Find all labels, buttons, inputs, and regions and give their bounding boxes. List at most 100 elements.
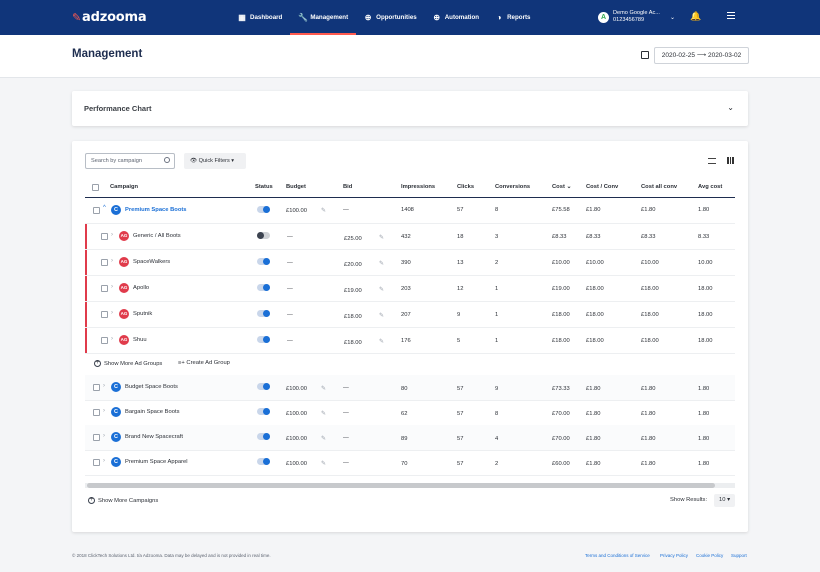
status-toggle[interactable] — [257, 383, 270, 390]
notification-bell-icon[interactable]: 🔔 — [690, 11, 701, 22]
chevron-right-icon[interactable]: › — [103, 458, 105, 464]
quick-filters-button[interactable]: 👁 Quick Filters ▾ — [184, 153, 246, 169]
nav-item-dashboard[interactable]: ▦ Dashboard — [230, 0, 290, 35]
filter-icon[interactable] — [708, 158, 716, 164]
table-row-ad-group[interactable]: › AG Sputnik — £18.00 ✎ 207 9 1 £18.00 £18.00 £18.0… — [85, 302, 735, 328]
ad-group-name[interactable]: Sputnik — [133, 311, 152, 317]
edit-pencil-icon[interactable]: ✎ — [321, 410, 326, 417]
ad-group-name[interactable]: Generic / All Boots — [133, 233, 181, 239]
status-toggle[interactable] — [257, 433, 270, 440]
support-link[interactable]: Support — [731, 553, 747, 558]
chevron-right-icon[interactable]: › — [103, 408, 105, 414]
select-all-checkbox[interactable] — [92, 184, 99, 191]
row-checkbox[interactable] — [93, 384, 100, 391]
table-row-campaign[interactable]: › C Premium Space Apparel £100.00 ✎ — 70 57 2 £60… — [85, 450, 735, 476]
header-avg-cost[interactable]: Avg cost — [698, 184, 722, 190]
footer-link-terms[interactable]: Terms and Conditions of Service — [585, 553, 650, 558]
table-row-expanded-campaign[interactable]: ^ C Premium Space Boots £100.00 ✎ — 1408… — [85, 198, 735, 224]
show-more-ad-groups-button[interactable]: + Show More Ad Groups — [94, 360, 162, 367]
edit-pencil-icon[interactable]: ✎ — [379, 234, 384, 241]
footer-link-privacy[interactable]: Privacy Policy — [660, 553, 688, 558]
nav-item-automation[interactable]: ⊕ Automation — [425, 0, 487, 35]
campaign-name[interactable]: Budget Space Boots — [125, 384, 178, 390]
row-checkbox[interactable] — [93, 434, 100, 441]
chevron-down-icon[interactable]: ⌄ — [727, 103, 734, 112]
edit-pencil-icon[interactable]: ✎ — [321, 207, 326, 214]
campaign-name-link[interactable]: Premium Space Boots — [125, 207, 187, 213]
horizontal-scrollbar-thumb[interactable] — [87, 483, 715, 488]
campaign-name[interactable]: Brand New Spacecraft — [125, 434, 183, 440]
status-toggle[interactable] — [257, 258, 270, 265]
chevron-right-icon[interactable]: › — [103, 433, 105, 439]
table-row-ad-group[interactable]: › AG SpaceWalkers — £20.00 ✎ 390 13 2 £10.00 £10.0… — [85, 250, 735, 276]
row-checkbox[interactable] — [101, 285, 108, 292]
campaign-name[interactable]: Bargain Space Boots — [125, 409, 179, 415]
edit-pencil-icon[interactable]: ✎ — [321, 435, 326, 442]
cookie-link[interactable]: Cookie Policy — [696, 553, 723, 558]
chevron-up-icon[interactable]: ^ — [103, 205, 106, 211]
edit-pencil-icon[interactable]: ✎ — [379, 286, 384, 293]
campaign-name[interactable]: Premium Space Apparel — [125, 459, 188, 465]
table-row-campaign[interactable]: › C Bargain Space Boots £100.00 ✎ — 62 57 8 £70.0… — [85, 400, 735, 426]
calendar-icon[interactable] — [641, 51, 649, 59]
table-row-campaign[interactable]: › C Budget Space Boots £100.00 ✎ — 80 57 9 £73.33… — [85, 375, 735, 401]
status-toggle[interactable] — [257, 458, 270, 465]
date-range-picker[interactable]: 2020-02-25 ⟶ 2020-03-02 — [654, 47, 749, 64]
footer-link-cookie[interactable]: Cookie Policy — [696, 553, 723, 558]
privacy-link[interactable]: Privacy Policy — [660, 553, 688, 558]
edit-pencil-icon[interactable]: ✎ — [321, 385, 326, 392]
header-conversions[interactable]: Conversions — [495, 184, 530, 190]
row-checkbox[interactable] — [93, 409, 100, 416]
footer-link-support[interactable]: Support — [731, 553, 747, 558]
row-checkbox[interactable] — [101, 233, 108, 240]
show-results-select[interactable]: 10 ▾ — [714, 494, 735, 507]
ad-group-name[interactable]: Apollo — [133, 285, 149, 291]
table-row-campaign[interactable]: › C Brand New Spacecraft £100.00 ✎ — 89 57 4 £70.… — [85, 425, 735, 451]
table-row-ad-group[interactable]: › AG Shuu — £18.00 ✎ 176 5 1 £18.00 £18.00 £18.00 18… — [85, 328, 735, 354]
edit-pencil-icon[interactable]: ✎ — [321, 460, 326, 467]
nav-item-management[interactable]: 🔧 Management — [290, 0, 356, 35]
header-bid[interactable]: Bid — [343, 184, 352, 190]
account-switcher[interactable]: A Demo Google Ac... 0123456789 ⌄ — [598, 10, 675, 24]
show-more-campaigns-button[interactable]: + Show More Campaigns — [88, 497, 158, 504]
performance-chart-panel[interactable]: Performance Chart ⌄ — [72, 91, 748, 126]
nav-item-reports[interactable]: ◑ Reports — [487, 0, 538, 35]
header-cost-per-conv[interactable]: Cost / Conv — [586, 184, 618, 190]
header-status[interactable]: Status — [255, 184, 273, 190]
header-impressions[interactable]: Impressions — [401, 184, 435, 190]
status-toggle[interactable] — [257, 232, 270, 239]
adzooma-logo[interactable]: ✎adzooma — [72, 10, 147, 25]
nav-item-opportunities[interactable]: ⊕ Opportunities — [356, 0, 425, 35]
header-campaign[interactable]: Campaign — [110, 184, 138, 190]
header-clicks[interactable]: Clicks — [457, 184, 474, 190]
header-cost[interactable]: Cost ⌄ — [552, 184, 571, 190]
row-checkbox[interactable] — [101, 311, 108, 318]
header-cost-all-conv[interactable]: Cost all conv — [641, 184, 677, 190]
columns-icon[interactable] — [727, 157, 734, 164]
chevron-right-icon[interactable]: › — [111, 284, 113, 290]
ad-group-name[interactable]: Shuu — [133, 337, 147, 343]
terms-link[interactable]: Terms and Conditions of Service — [585, 553, 650, 558]
ad-group-name[interactable]: SpaceWalkers — [133, 259, 170, 265]
row-checkbox[interactable] — [101, 337, 108, 344]
status-toggle[interactable] — [257, 284, 270, 291]
chevron-right-icon[interactable]: › — [111, 310, 113, 316]
chevron-right-icon[interactable]: › — [103, 383, 105, 389]
chevron-right-icon[interactable]: › — [111, 336, 113, 342]
hamburger-menu-icon[interactable] — [727, 12, 735, 19]
table-row-ad-group[interactable]: › AG Generic / All Boots — £25.00 ✎ 432 18 3 £8.3… — [85, 224, 735, 250]
status-toggle[interactable] — [257, 408, 270, 415]
status-toggle[interactable] — [257, 310, 270, 317]
row-checkbox[interactable] — [93, 459, 100, 466]
table-row-ad-group[interactable]: › AG Apollo — £19.00 ✎ 203 12 1 £19.00 £18.00 £18.0… — [85, 276, 735, 302]
edit-pencil-icon[interactable]: ✎ — [379, 312, 384, 319]
search-input[interactable]: Search by campaign — [85, 153, 175, 169]
chevron-right-icon[interactable]: › — [111, 258, 113, 264]
row-checkbox[interactable] — [101, 259, 108, 266]
status-toggle[interactable] — [257, 206, 270, 213]
status-toggle[interactable] — [257, 336, 270, 343]
header-budget[interactable]: Budget — [286, 184, 306, 190]
chevron-right-icon[interactable]: › — [111, 232, 113, 238]
create-ad-group-button[interactable]: ≡+ Create Ad Group — [178, 360, 230, 366]
edit-pencil-icon[interactable]: ✎ — [379, 338, 384, 345]
